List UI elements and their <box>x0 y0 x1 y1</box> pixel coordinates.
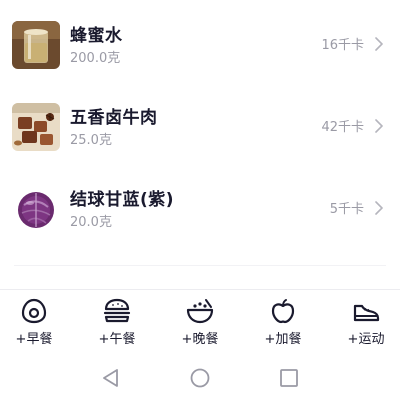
food-amount: 25.0克 <box>70 133 112 148</box>
purple-cabbage-thumbnail <box>12 185 60 233</box>
system-navigation-bar <box>0 352 400 400</box>
honey-water-thumbnail <box>12 21 60 69</box>
chevron-right-icon <box>375 119 383 133</box>
egg-icon <box>21 298 47 324</box>
food-name: 蜂蜜水 <box>70 26 123 46</box>
add-lunch-label: +午餐 <box>98 332 136 347</box>
recents-square-icon <box>280 369 298 387</box>
chevron-right-icon <box>375 37 383 51</box>
food-item-purple-cabbage[interactable]: 结球甘蓝(紫) 20.0克 5千卡 <box>0 185 400 267</box>
recents-button[interactable] <box>277 366 301 390</box>
food-name: 五香卤牛肉 <box>70 108 158 128</box>
food-amount: 20.0克 <box>70 215 112 230</box>
home-button[interactable] <box>188 366 212 390</box>
add-meal-bar: +早餐 +午餐 +晚餐 +加餐 +运动 <box>0 290 400 352</box>
food-calories: 42千卡 <box>321 120 364 135</box>
add-exercise-button[interactable]: +运动 <box>331 290 400 352</box>
chevron-right-icon <box>375 201 383 215</box>
sneaker-icon <box>353 304 380 322</box>
back-button[interactable] <box>99 366 123 390</box>
food-item-braised-beef[interactable]: 五香卤牛肉 25.0克 42千卡 <box>0 103 400 185</box>
add-snack-label: +加餐 <box>264 332 302 347</box>
add-breakfast-button[interactable]: +早餐 <box>0 290 69 352</box>
food-item-honey-water[interactable]: 蜂蜜水 200.0克 16千卡 <box>0 21 400 103</box>
add-snack-button[interactable]: +加餐 <box>248 290 318 352</box>
food-calories: 5千卡 <box>329 202 364 217</box>
burger-icon <box>103 298 131 323</box>
add-exercise-label: +运动 <box>347 332 385 347</box>
add-breakfast-label: +早餐 <box>15 332 53 347</box>
list-divider <box>14 265 386 266</box>
home-circle-icon <box>190 368 210 388</box>
apple-icon <box>271 299 295 324</box>
food-name: 结球甘蓝(紫) <box>70 190 175 210</box>
add-dinner-label: +晚餐 <box>181 332 219 347</box>
add-dinner-button[interactable]: +晚餐 <box>165 290 235 352</box>
braised-beef-thumbnail <box>12 103 60 151</box>
back-triangle-icon <box>103 369 118 387</box>
food-calories: 16千卡 <box>321 38 364 53</box>
food-amount: 200.0克 <box>70 51 121 66</box>
add-lunch-button[interactable]: +午餐 <box>82 290 152 352</box>
bowl-icon <box>186 299 214 324</box>
